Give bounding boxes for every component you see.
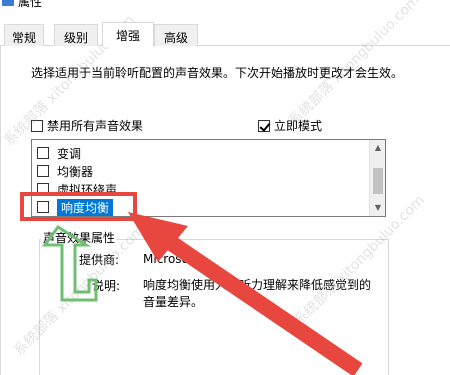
checkbox-icon[interactable] <box>37 201 49 213</box>
immediate-mode-label: 立即模式 <box>274 119 323 133</box>
list-scrollbar[interactable]: ▲ ▼ <box>369 140 385 216</box>
effect-item-virtual-surround[interactable]: 虚拟环绕声 <box>37 180 117 198</box>
description-value: 响度均衡使用人的听力理解来降低感觉到的音量差异。 <box>143 278 372 309</box>
effect-label: 变调 <box>57 146 82 161</box>
speaker-icon <box>2 0 14 6</box>
enhancements-panel: 选择适用于当前聆听配置的声音效果。下次开始播放时更改才会生效。 禁用所有声音效果… <box>0 46 450 375</box>
checkbox-icon[interactable] <box>37 165 49 177</box>
effect-label: 均衡器 <box>57 164 94 179</box>
tab-advanced[interactable]: 高级 <box>154 24 198 46</box>
disable-all-effects-label: 禁用所有声音效果 <box>47 119 144 133</box>
checkbox-checked-icon[interactable] <box>258 119 270 132</box>
tab-enhancements[interactable]: 增强 <box>102 22 154 47</box>
tab-general[interactable]: 常规 <box>4 24 44 46</box>
effect-properties-title: 声音效果属性 <box>41 229 118 246</box>
tab-levels[interactable]: 级别 <box>54 24 98 46</box>
effect-item-pitch[interactable]: 变调 <box>37 144 81 162</box>
effects-list[interactable]: 变调 均衡器 虚拟环绕声 响度均衡 ▲ ▼ <box>31 139 386 217</box>
provider-value: Microsoft <box>143 252 198 266</box>
effect-label: 响度均衡 <box>57 198 114 216</box>
immediate-mode-checkbox[interactable]: 立即模式 <box>258 117 322 134</box>
checkbox-icon[interactable] <box>37 183 49 195</box>
scroll-down-arrow-icon[interactable]: ▼ <box>370 200 385 216</box>
effect-item-loudness-equalization[interactable]: 响度均衡 <box>37 198 114 216</box>
window-title: 属性 <box>18 0 43 9</box>
scrollbar-thumb[interactable] <box>373 168 383 194</box>
checkbox-icon[interactable] <box>31 119 43 132</box>
provider-label: 提供商: <box>79 253 120 267</box>
scroll-up-arrow-icon[interactable]: ▲ <box>370 140 385 156</box>
enhancements-description: 选择适用于当前聆听配置的声音效果。下次开始播放时更改才会生效。 <box>31 66 404 80</box>
effect-label: 虚拟环绕声 <box>57 182 118 197</box>
checkbox-icon[interactable] <box>37 147 49 159</box>
title-bar: 属性 <box>0 0 450 22</box>
tab-strip: 常规 级别 增强 高级 <box>0 22 450 47</box>
description-label: 说明: <box>92 279 121 293</box>
effect-item-equalizer[interactable]: 均衡器 <box>37 162 93 180</box>
disable-all-effects-checkbox[interactable]: 禁用所有声音效果 <box>31 117 143 134</box>
